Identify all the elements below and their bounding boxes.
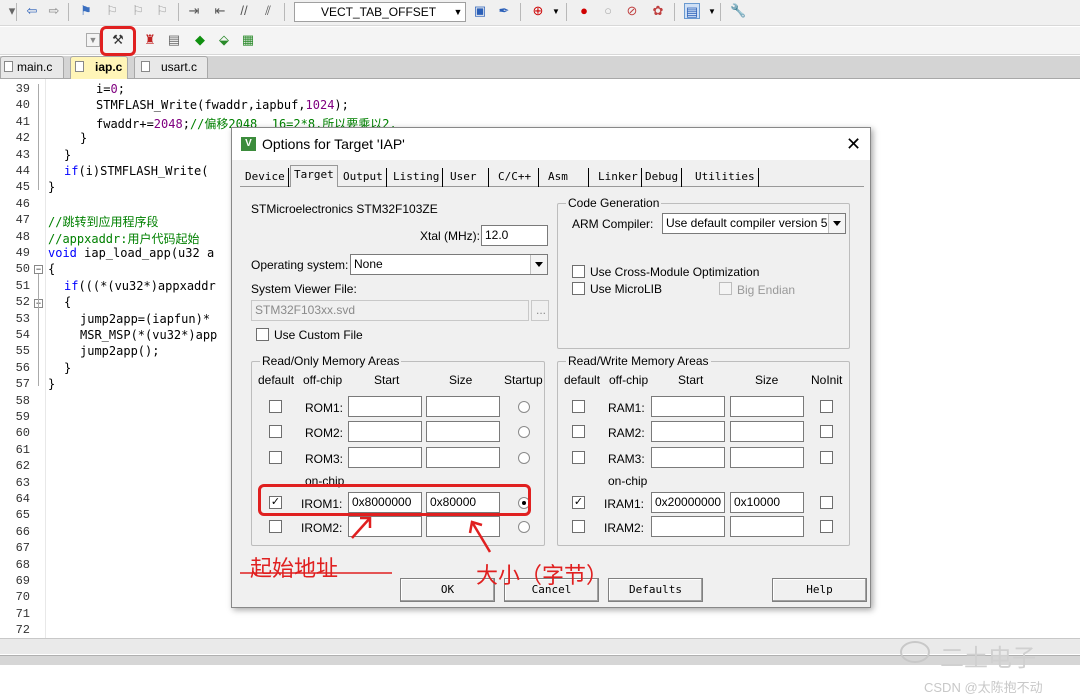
start-address-annotation: 起始地址 — [250, 557, 339, 582]
start-address-arrow — [351, 517, 371, 539]
size-annotation: 大小（字节） — [476, 564, 609, 589]
wechat-logo-icon — [900, 641, 930, 663]
csdn-watermark: CSDN @太陈抱不动 — [924, 680, 1043, 695]
watermark-brand: 二土电子 — [940, 644, 1036, 672]
annotation-arrows — [240, 516, 492, 574]
size-arrow — [470, 521, 492, 553]
